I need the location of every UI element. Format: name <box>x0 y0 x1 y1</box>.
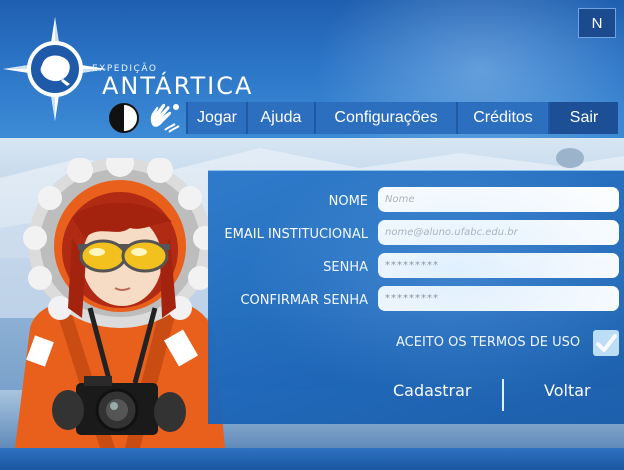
password-label: SENHA <box>323 260 368 275</box>
logo-title: ANTÁRTICA <box>102 72 254 100</box>
top-right-n-button[interactable]: N <box>578 8 616 38</box>
footer-bar <box>0 448 624 470</box>
password-field[interactable] <box>378 253 619 278</box>
registration-form: NOME EMAIL INSTITUCIONAL SENHA CONFIRMAR… <box>208 170 624 425</box>
email-label: EMAIL INSTITUCIONAL <box>224 227 368 242</box>
contrast-icon[interactable] <box>108 102 140 134</box>
email-field[interactable] <box>378 220 619 245</box>
menu-sair[interactable]: Sair <box>548 102 618 134</box>
checkmark-icon <box>596 334 617 352</box>
register-button[interactable]: Cadastrar <box>393 381 472 400</box>
confirm-password-label: CONFIRMAR SENHA <box>240 293 368 308</box>
sign-language-icon[interactable] <box>145 98 183 136</box>
button-divider <box>502 379 504 411</box>
menu-creditos[interactable]: Créditos <box>456 102 548 134</box>
terms-label: ACEITO OS TERMOS DE USO <box>396 335 581 350</box>
menu-ajuda[interactable]: Ajuda <box>246 102 314 134</box>
main-menu: Jogar Ajuda Configurações Créditos Sair <box>186 102 618 134</box>
terms-checkbox[interactable] <box>593 330 619 356</box>
name-label: NOME <box>328 194 368 209</box>
explorer-character <box>10 149 235 448</box>
name-field[interactable] <box>378 187 619 212</box>
back-button[interactable]: Voltar <box>544 381 591 400</box>
header-banner: EXPEDIÇÃO ANTÁRTICA N Jogar Ajuda Config… <box>0 0 624 138</box>
confirm-password-field[interactable] <box>378 286 619 311</box>
menu-configuracoes[interactable]: Configurações <box>314 102 456 134</box>
menu-jogar[interactable]: Jogar <box>186 102 246 134</box>
